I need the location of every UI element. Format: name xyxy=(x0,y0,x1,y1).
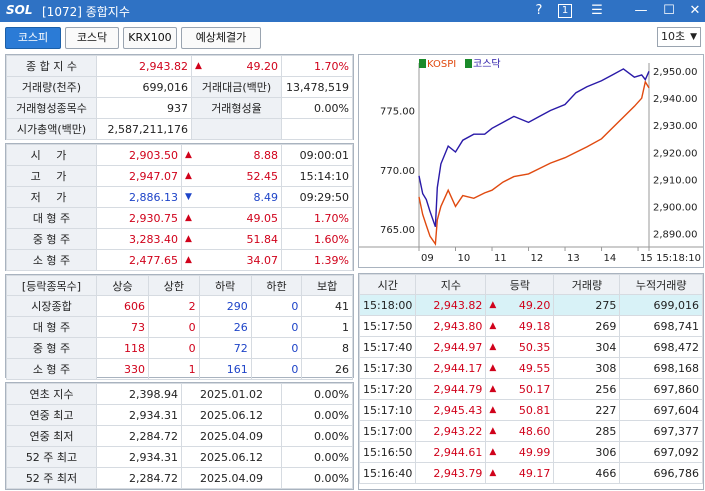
yearly-row: 52 주 최고 2,934.31 2025.06.12 0.00% xyxy=(6,446,353,468)
left-tick-label: 765.00 xyxy=(380,225,415,236)
ohlc-row: 대 형 주 2,930.75 49.05 1.70% xyxy=(6,207,353,229)
formed-count-label: 거래형성종목수 xyxy=(6,97,97,119)
market-cap-value: 2,587,211,176 xyxy=(96,118,192,140)
x-tick-label: 09 xyxy=(421,253,434,264)
interval-value: 10초 xyxy=(661,30,686,43)
right-tick-label: 2,950.00 xyxy=(653,67,698,78)
index-label: 종 합 지 수 xyxy=(6,55,97,77)
close-icon[interactable]: ✕ xyxy=(686,2,704,20)
breadth-row: 대 형 주 73 0 26 0 1 xyxy=(6,316,353,338)
formed-rate-value: 0.00% xyxy=(281,97,353,119)
breadth-header: 상승 xyxy=(95,275,150,296)
breadth-row: 중 형 주 118 0 72 0 8 xyxy=(6,337,353,359)
tick-row[interactable]: 15:16:50 2,944.61 49.99 306 697,092 xyxy=(358,441,703,463)
toolbar: 코스피 코스닥 KRX100 예상체결가 xyxy=(0,22,705,52)
yearly-panel: 연초 지수 2,398.94 2025.01.02 0.00% 연중 최고 2,… xyxy=(5,382,354,490)
tick-row[interactable]: 15:16:40 2,943.79 49.17 466 696,786 xyxy=(358,462,703,484)
menu-icon[interactable]: ☰ xyxy=(588,2,606,20)
x-tick-label: 10 xyxy=(458,253,471,264)
legend-kospi: KOSPI xyxy=(427,59,456,70)
right-tick-label: 2,910.00 xyxy=(653,175,698,186)
volume-label: 거래량(천주) xyxy=(6,76,97,98)
index-rate: 1.70% xyxy=(281,55,353,77)
summary-panel: 종 합 지 수 2,943.82 49.20 1.70% 거래량(천주) 699… xyxy=(5,54,354,140)
x-tick-label: 11 xyxy=(494,253,507,264)
interval-select[interactable]: 10초 ▼ xyxy=(657,27,701,47)
right-tick-label: 2,890.00 xyxy=(653,229,698,240)
ohlc-row: 고 가 2,947.07 52.45 15:14:10 xyxy=(6,165,353,187)
yearly-row: 연초 지수 2,398.94 2025.01.02 0.00% xyxy=(6,383,353,405)
market-cap-label: 시가총액(백만) xyxy=(6,118,97,140)
tick-header: 거래량 xyxy=(553,274,621,295)
title-bar: SOL [1072] 종합지수 ? 1 ☰ — ☐ ✕ xyxy=(0,0,705,22)
tick-row[interactable]: 15:17:10 2,945.43 50.81 227 697,604 xyxy=(358,399,703,421)
series-line-kospi xyxy=(418,80,650,247)
yearly-row: 52 주 최저 2,284.72 2025.04.09 0.00% xyxy=(6,467,353,489)
amount-label: 거래대금(백만) xyxy=(191,76,282,98)
tick-row[interactable]: 15:17:30 2,944.17 49.55 308 698,168 xyxy=(358,357,703,379)
tick-row[interactable]: 15:17:20 2,944.79 50.17 256 697,860 xyxy=(358,378,703,400)
window-title: [1072] 종합지수 xyxy=(42,5,130,19)
x-tick-label: 14 xyxy=(604,253,617,264)
tab-expected-price[interactable]: 예상체결가 xyxy=(181,27,261,49)
minimize-icon[interactable]: — xyxy=(632,2,650,20)
x-tick-label: 15:18:10 xyxy=(656,253,701,264)
right-tick-label: 2,930.00 xyxy=(653,121,698,132)
formed-count-value: 937 xyxy=(96,97,192,119)
tick-header: 누적거래량 xyxy=(619,274,703,295)
ohlc-row: 소 형 주 2,477.65 34.07 1.39% xyxy=(6,249,353,271)
chart-svg: 775.00 770.00 765.00 2,950.00 2,940.00 2,930.… xyxy=(359,58,703,264)
ohlc-panel: 시 가 2,903.50 8.88 09:00:01 고 가 2,947.07 … xyxy=(5,143,354,271)
ohlc-row: 중 형 주 3,283.40 51.84 1.60% xyxy=(6,228,353,250)
yearly-row: 연중 최고 2,934.31 2025.06.12 0.00% xyxy=(6,404,353,426)
breadth-row: 소 형 주 330 1 161 0 26 xyxy=(6,358,353,380)
legend-swatch-kospi xyxy=(419,59,426,68)
tick-row[interactable]: 15:17:50 2,943.80 49.18 269 698,741 xyxy=(358,315,703,337)
tick-row[interactable]: 15:17:00 2,943.22 48.60 285 697,377 xyxy=(358,420,703,442)
index-chart[interactable]: 775.00 770.00 765.00 2,950.00 2,940.00 2,930.… xyxy=(358,54,704,268)
screen-number-icon[interactable]: 1 xyxy=(558,4,572,18)
chevron-down-icon: ▼ xyxy=(690,32,697,42)
tick-panel: 시간 지수 등락 거래량 누적거래량 15:18:00 2,943.82 49.… xyxy=(358,273,704,490)
breadth-header: 보합 xyxy=(301,275,353,296)
x-tick-label: 15 xyxy=(640,253,653,264)
breadth-panel: [등락종목수] 상승 상한 하락 하한 보합 시장종합 606 2 290 0 … xyxy=(5,274,354,380)
volume-value: 699,016 xyxy=(96,76,192,98)
app-logo: SOL xyxy=(6,3,33,17)
tick-row[interactable]: 15:18:00 2,943.82 49.20 275 699,016 xyxy=(358,294,703,316)
maximize-icon[interactable]: ☐ xyxy=(660,2,678,20)
left-tick-label: 770.00 xyxy=(380,166,415,177)
ohlc-row: 시 가 2,903.50 8.88 09:00:01 xyxy=(6,144,353,166)
x-tick-label: 13 xyxy=(567,253,580,264)
tab-krx100[interactable]: KRX100 xyxy=(123,27,177,49)
tick-header: 시간 xyxy=(358,274,417,295)
right-tick-label: 2,940.00 xyxy=(653,94,698,105)
tick-header: 지수 xyxy=(415,274,487,295)
legend-swatch-kosdaq xyxy=(465,59,472,68)
breadth-header: [등락종목수] xyxy=(6,275,97,296)
tab-kospi[interactable]: 코스피 xyxy=(5,27,61,49)
tick-header: 등락 xyxy=(485,274,555,295)
formed-rate-label: 거래형성율 xyxy=(191,97,282,119)
x-tick-label: 12 xyxy=(531,253,544,264)
right-tick-label: 2,920.00 xyxy=(653,148,698,159)
ohlc-row: 저 가 2,886.13 8.49 09:29:50 xyxy=(6,186,353,208)
breadth-header: 하한 xyxy=(250,275,303,296)
tab-kosdaq[interactable]: 코스닥 xyxy=(65,27,119,49)
index-value: 2,943.82 xyxy=(96,55,192,77)
yearly-row: 연중 최저 2,284.72 2025.04.09 0.00% xyxy=(6,425,353,447)
left-tick-label: 775.00 xyxy=(380,106,415,117)
breadth-header: 상한 xyxy=(148,275,200,296)
breadth-row: 시장종합 606 2 290 0 41 xyxy=(6,295,353,317)
breadth-header: 하락 xyxy=(198,275,252,296)
help-icon[interactable]: ? xyxy=(530,2,548,20)
tick-row[interactable]: 15:17:40 2,944.97 50.35 304 698,472 xyxy=(358,336,703,358)
amount-value: 13,478,519 xyxy=(281,76,353,98)
right-tick-label: 2,900.00 xyxy=(653,202,698,213)
legend-kosdaq: 코스닥 xyxy=(473,58,501,70)
index-change: 49.20 xyxy=(191,55,282,77)
